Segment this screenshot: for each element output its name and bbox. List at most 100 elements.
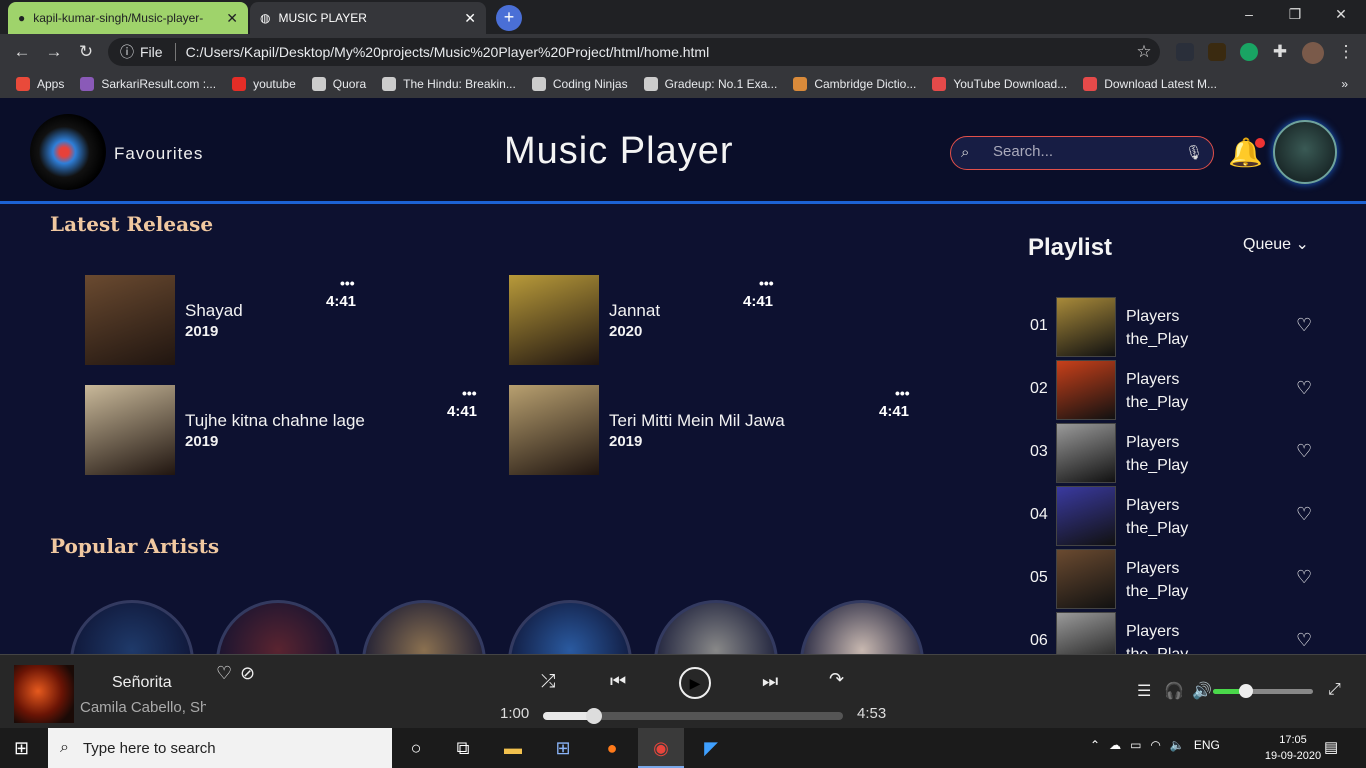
notifications-icon[interactable]: ▤: [1324, 738, 1338, 756]
language-indicator[interactable]: ENG: [1194, 738, 1220, 752]
artist-avatar[interactable]: [216, 600, 340, 654]
minimize-button[interactable]: –: [1226, 6, 1272, 22]
firefox-icon[interactable]: ●: [599, 736, 625, 760]
task-view-icon[interactable]: ⧉: [450, 736, 476, 760]
artist-avatar[interactable]: [70, 600, 194, 654]
more-options-icon[interactable]: •••: [895, 385, 910, 401]
battery-icon[interactable]: ▭: [1130, 738, 1141, 752]
more-bookmarks-icon[interactable]: »: [1341, 77, 1348, 91]
url-text: C:/Users/Kapil/Desktop/My%20projects/Mus…: [185, 44, 710, 60]
tab-github[interactable]: ● kapil-kumar-singh/Music-player- ✕: [8, 2, 248, 34]
windows-start-icon[interactable]: ⊞: [14, 738, 29, 759]
heart-icon[interactable]: ♡: [1296, 441, 1312, 462]
vscode-icon[interactable]: ◤: [698, 736, 724, 760]
heart-icon[interactable]: ♡: [1296, 504, 1312, 525]
more-options-icon[interactable]: •••: [759, 275, 774, 291]
playlist-row[interactable]: 06 Players the_Play ♡: [1030, 612, 1330, 654]
chrome-taskbar-button[interactable]: ◉: [638, 728, 684, 768]
previous-icon[interactable]: ⏮: [610, 671, 626, 692]
wifi-icon[interactable]: ◠: [1150, 738, 1160, 752]
search-input[interactable]: [993, 143, 1183, 160]
artist-avatar[interactable]: [362, 600, 486, 654]
shuffle-icon[interactable]: ⤮: [541, 671, 555, 692]
volume-slider[interactable]: [1213, 684, 1313, 698]
bookmark-item[interactable]: Quora: [311, 77, 366, 91]
playlist-row[interactable]: 02 Players the_Play ♡: [1030, 360, 1330, 423]
artist-avatar[interactable]: [654, 600, 778, 654]
cloud-icon[interactable]: ☁: [1109, 738, 1121, 752]
volume-icon[interactable]: 🔊: [1192, 681, 1212, 701]
menu-icon[interactable]: ⋮: [1334, 42, 1358, 62]
bookmark-favicon-icon: [232, 77, 247, 91]
url-divider: [174, 43, 176, 61]
close-window-button[interactable]: ✕: [1318, 6, 1364, 23]
more-options-icon[interactable]: •••: [340, 275, 355, 291]
queue-dropdown[interactable]: Queue ⌄: [1243, 234, 1309, 254]
reload-icon[interactable]: ↻: [74, 42, 98, 62]
track-title-line: Players: [1126, 371, 1180, 388]
queue-list-icon[interactable]: ☰: [1137, 681, 1151, 701]
heart-icon[interactable]: ♡: [1296, 315, 1312, 336]
new-tab-button[interactable]: +: [496, 5, 522, 31]
playlist-row[interactable]: 01 Players the_Play ♡: [1030, 297, 1330, 360]
bookmark-item[interactable]: Cambridge Dictio...: [793, 77, 916, 91]
chevron-up-icon[interactable]: ⌃: [1090, 738, 1100, 752]
playlist-row[interactable]: 04 Players the_Play ♡: [1030, 486, 1330, 549]
notification-dot: [1254, 138, 1265, 148]
user-avatar[interactable]: [1273, 120, 1337, 184]
heart-icon[interactable]: ♡: [1296, 567, 1312, 588]
app-logo[interactable]: [30, 114, 106, 190]
clock[interactable]: 17:05 19-09-2020: [1260, 732, 1326, 764]
bookmark-item[interactable]: SarkariResult.com :...: [80, 77, 216, 91]
headphones-icon[interactable]: 🎧: [1164, 681, 1184, 701]
latest-release-heading: Latest Release: [50, 212, 214, 236]
notification-bell-icon[interactable]: 🔔: [1228, 136, 1265, 169]
profile-avatar[interactable]: [1302, 42, 1324, 64]
microphone-icon[interactable]: 🎙: [1185, 144, 1203, 161]
close-tab-icon[interactable]: ✕: [226, 10, 238, 27]
file-explorer-icon[interactable]: ▬: [500, 736, 526, 760]
progress-bar[interactable]: [543, 708, 843, 724]
bookmark-item[interactable]: Coding Ninjas: [531, 77, 628, 91]
repeat-icon[interactable]: ↷: [829, 669, 844, 690]
playlist-row[interactable]: 03 Players the_Play ♡: [1030, 423, 1330, 486]
artist-avatar[interactable]: [800, 600, 924, 654]
extension-icon[interactable]: [1208, 43, 1226, 61]
more-options-icon[interactable]: •••: [462, 385, 477, 401]
cortana-icon[interactable]: ○: [403, 736, 429, 760]
bookmark-item[interactable]: YouTube Download...: [932, 77, 1067, 91]
url-field[interactable]: ⓘ File C:/Users/Kapil/Desktop/My%20proje…: [108, 38, 1160, 66]
bookmark-item[interactable]: The Hindu: Breakin...: [382, 77, 516, 91]
heart-icon[interactable]: ♡: [216, 663, 232, 684]
extension-icon[interactable]: [1176, 43, 1194, 61]
favourites-link[interactable]: Favourites: [114, 144, 203, 164]
close-tab-icon[interactable]: ✕: [464, 10, 476, 27]
forward-icon[interactable]: →: [42, 42, 66, 62]
expand-icon[interactable]: ⤢: [1328, 681, 1341, 699]
restore-button[interactable]: ❐: [1272, 6, 1318, 23]
star-icon[interactable]: ☆: [1132, 42, 1156, 62]
heart-icon[interactable]: ♡: [1296, 630, 1312, 651]
bookmark-item[interactable]: Gradeup: No.1 Exa...: [643, 77, 777, 91]
store-icon[interactable]: ⊞: [550, 736, 576, 760]
heart-icon[interactable]: ♡: [1296, 378, 1312, 399]
progress-knob[interactable]: [586, 708, 602, 724]
block-icon[interactable]: ⊘: [240, 663, 255, 684]
grammarly-icon[interactable]: [1240, 43, 1258, 61]
taskbar-search[interactable]: ⌕ Type here to search: [48, 728, 392, 768]
bookmark-item[interactable]: Apps: [16, 77, 64, 91]
bookmark-item[interactable]: Download Latest M...: [1083, 77, 1217, 91]
speaker-icon[interactable]: 🔈: [1170, 738, 1185, 752]
back-icon[interactable]: ←: [10, 42, 34, 62]
playlist-row[interactable]: 05 Players the_Play ♡: [1030, 549, 1330, 612]
next-icon[interactable]: ⏭: [762, 671, 778, 692]
track-title: Players the_Play: [1126, 494, 1188, 540]
track-title: Players the_Play: [1126, 368, 1188, 414]
volume-knob[interactable]: [1239, 684, 1253, 698]
bookmark-item[interactable]: youtube: [232, 77, 296, 91]
artist-avatar[interactable]: [508, 600, 632, 654]
search-icon[interactable]: ⌕: [961, 144, 969, 161]
tab-music-player[interactable]: ◍ MUSIC PLAYER ✕: [250, 2, 486, 34]
play-button[interactable]: ▶: [679, 667, 711, 699]
puzzle-icon[interactable]: ✚: [1268, 42, 1292, 62]
